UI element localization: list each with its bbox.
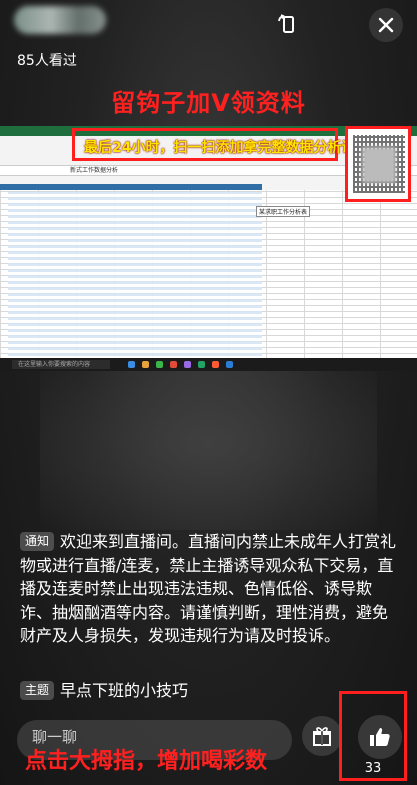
host-avatar-blurred[interactable] bbox=[14, 6, 106, 34]
gift-button[interactable] bbox=[302, 716, 342, 756]
topic-text: 早点下班的小技巧 bbox=[60, 681, 189, 700]
taskbar-app-icon bbox=[128, 361, 135, 368]
qr-code bbox=[345, 126, 411, 202]
close-button[interactable] bbox=[369, 8, 403, 42]
spreadsheet-data-rows bbox=[8, 192, 262, 362]
system-notice: 通知 欢迎来到直播间。直播间内禁止未成年人打赏礼物或进行直播/连麦，禁止主播诱导观… bbox=[20, 530, 400, 648]
like-button[interactable] bbox=[358, 715, 402, 759]
gift-icon bbox=[313, 727, 331, 746]
topic-tag: 主题 bbox=[20, 681, 55, 700]
promo-title: 留钩子加V领资料 bbox=[111, 89, 306, 117]
viewer-count: 85人看过 bbox=[17, 53, 77, 69]
taskbar-app-icon bbox=[226, 361, 233, 368]
like-count: 33 bbox=[364, 761, 382, 776]
rotate-screen-button[interactable] bbox=[271, 8, 305, 42]
qr-center-blur bbox=[362, 147, 396, 183]
bottom-promo-text: 点击大拇指，增加喝彩数 bbox=[25, 749, 268, 774]
taskbar-search: 在这里输入你要搜索的内容 bbox=[12, 360, 110, 369]
taskbar-app-icon bbox=[184, 361, 191, 368]
taskbar-app-icon bbox=[212, 361, 219, 368]
banner-text: 最后24小时，扫一扫添加拿完整数据分析课 bbox=[84, 140, 356, 156]
taskbar-app-icon bbox=[198, 361, 205, 368]
taskbar-app-icon bbox=[156, 361, 163, 368]
notice-text: 欢迎来到直播间。直播间内禁止未成年人打赏礼物或进行直播/连麦，禁止主播诱导观众私… bbox=[20, 532, 397, 645]
notice-tag: 通知 bbox=[20, 532, 55, 551]
background-glow bbox=[40, 360, 377, 530]
cell-note: 某求职工作分析表 bbox=[256, 206, 311, 217]
rotate-screen-icon bbox=[278, 14, 294, 33]
thumbs-up-icon bbox=[370, 728, 390, 746]
windows-taskbar: 在这里输入你要搜索的内容 bbox=[0, 358, 417, 371]
stream-topic: 主题 早点下班的小技巧 bbox=[20, 677, 188, 701]
close-icon bbox=[378, 17, 394, 33]
taskbar-app-icon bbox=[142, 361, 149, 368]
taskbar-app-icon bbox=[170, 361, 177, 368]
